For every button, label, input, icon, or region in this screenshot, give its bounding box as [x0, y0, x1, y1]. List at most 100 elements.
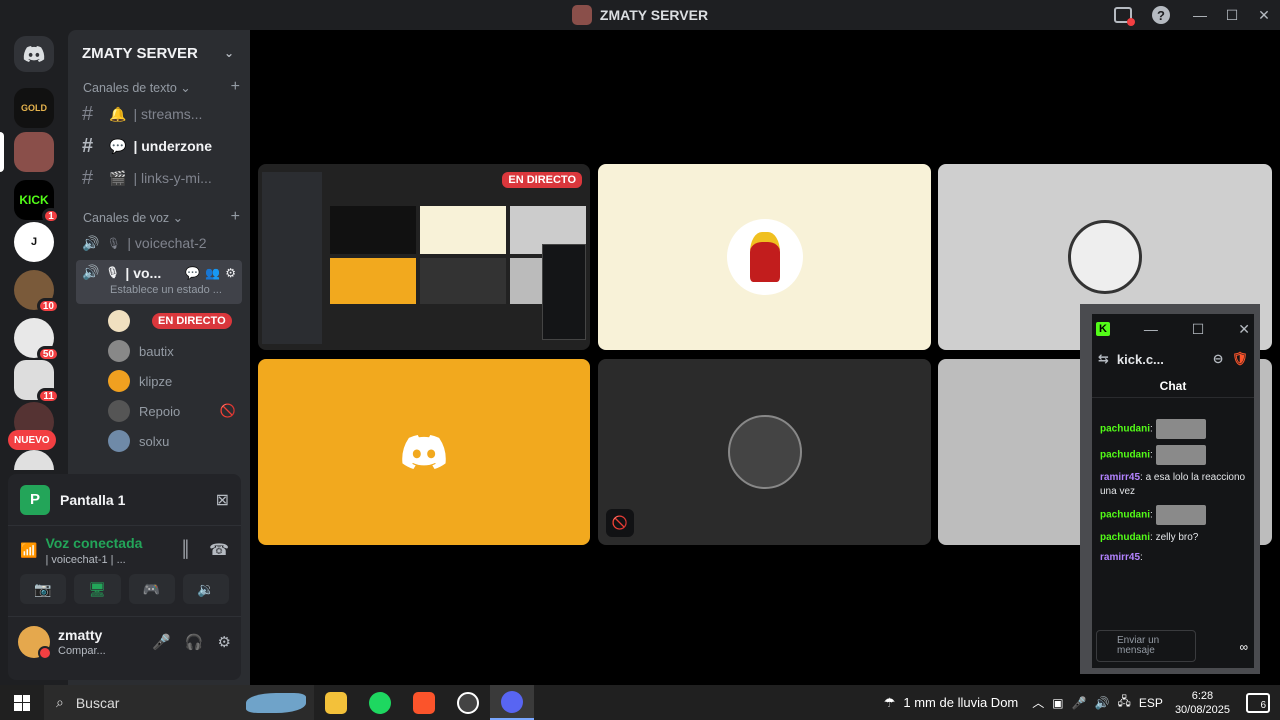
minimize-button[interactable]: —	[1184, 0, 1216, 30]
voice-channel-1[interactable]: 🔊 🎙 | vo... 💬 👥 ⚙ Establece un estado ..…	[76, 260, 242, 304]
add-channel-icon[interactable]: +	[231, 78, 240, 96]
share-screen-button[interactable]: 🖥	[74, 574, 121, 604]
voice-category-label: Canales de voz	[83, 210, 170, 225]
member-name: Repoio	[139, 403, 181, 419]
network-icon[interactable]: 🖧	[1118, 692, 1131, 713]
chevron-down-icon: ⌄	[223, 46, 234, 60]
url-text[interactable]: kick.c...	[1117, 352, 1164, 367]
camera-off-icon: 📷	[34, 580, 52, 597]
hash-icon: #	[82, 166, 94, 189]
gear-icon[interactable]: ⚙	[218, 633, 231, 651]
volume-icon[interactable]: 🔊	[1095, 696, 1110, 710]
help-icon[interactable]: ?	[1138, 0, 1184, 30]
close-button[interactable]: ✕	[1248, 0, 1280, 30]
member-bautix[interactable]: bautix	[108, 336, 250, 366]
add-channel-icon[interactable]: +	[231, 208, 240, 226]
brave-icon	[413, 691, 435, 714]
clock[interactable]: 6:28 30/08/2025	[1175, 689, 1230, 717]
soundboard-button[interactable]: 🔉	[182, 574, 229, 604]
brave-shield-icon[interactable]: 🛡	[1231, 351, 1248, 367]
noise-icon[interactable]: ║	[180, 541, 191, 559]
maximize-button[interactable]: ☐	[1216, 0, 1248, 30]
discord-icon	[402, 435, 446, 469]
recorder-icon	[457, 691, 479, 714]
voice-category[interactable]: Canales de voz ⌄ +	[68, 206, 250, 228]
taskbar-brave[interactable]	[402, 685, 446, 720]
channel-links[interactable]: # 🎬 | links-y-mi...	[76, 162, 242, 194]
taskbar-explorer[interactable]	[314, 685, 358, 720]
clapper-icon: 🎬	[109, 169, 127, 186]
participant-tile[interactable]	[598, 164, 931, 350]
search-label: Buscar	[75, 694, 120, 711]
invite-icon[interactable]: 👥	[205, 266, 220, 280]
discord-home-button[interactable]	[14, 36, 54, 72]
chat-icon[interactable]: 💬	[185, 266, 200, 280]
member-repoio[interactable]: Repoio 🚫	[108, 396, 250, 426]
stop-share-icon[interactable]: ⊠	[216, 490, 229, 510]
voice-channel-2[interactable]: 🔊 🎙 | voicechat-2	[76, 228, 242, 258]
search-icon: ⌕	[56, 694, 64, 710]
tray-app-icon[interactable]: ▣	[1052, 696, 1063, 710]
taskbar-recorder[interactable]	[446, 685, 490, 720]
microphone-icon[interactable]: 🎤	[1072, 696, 1087, 710]
microphone-icon[interactable]: 🎤	[152, 633, 171, 651]
headphones-icon[interactable]: 🎧	[185, 633, 204, 651]
server-card[interactable]: 11	[14, 360, 60, 404]
stream-preview-popup	[542, 244, 586, 340]
server-meme[interactable]: 50	[14, 318, 60, 362]
more-icon[interactable]: ∞	[1239, 640, 1248, 654]
gear-icon[interactable]: ⚙	[225, 266, 236, 280]
shark-illustration	[246, 693, 306, 713]
voice-channel-link[interactable]: | voicechat-1 | ...	[45, 554, 171, 566]
member-streamer[interactable]: EN DIRECTO	[108, 306, 250, 336]
server-gold[interactable]: GOLD	[14, 88, 54, 128]
bell-icon: 🔔	[109, 105, 127, 122]
server-dog[interactable]: 10	[14, 270, 60, 314]
channel-underzone[interactable]: # 💬 | underzone	[76, 130, 242, 162]
inbox-icon[interactable]	[1108, 0, 1138, 30]
chat-message: pachudani:	[1092, 502, 1254, 528]
taskbar-discord[interactable]	[490, 685, 534, 720]
voice-status-text[interactable]: Establece un estado ...	[110, 284, 236, 296]
channel-streams[interactable]: # 🔔 | streams...	[76, 98, 242, 130]
text-category-label: Canales de texto	[83, 80, 177, 95]
stream-tile[interactable]: EN DIRECTO	[258, 164, 590, 350]
user-name: zmatty	[58, 626, 103, 643]
avatar	[108, 370, 130, 392]
start-button[interactable]	[0, 685, 44, 720]
server-circle[interactable]: J	[14, 222, 54, 262]
taskbar-spotify[interactable]	[358, 685, 402, 720]
taskbar-search[interactable]: ⌕ Buscar	[44, 685, 314, 720]
screen-share-icon: P	[20, 484, 50, 515]
member-solxu[interactable]: solxu	[108, 426, 250, 456]
server-zmaty[interactable]	[14, 132, 54, 172]
voice-connection-row: 📶 Voz conectada | voicechat-1 | ... ║ ☎	[8, 526, 241, 574]
chevron-up-icon[interactable]: ︿	[1032, 694, 1044, 711]
server-header[interactable]: ZMATY SERVER ⌄	[68, 30, 250, 76]
weather-widget[interactable]: ☂ 1 mm de lluvia Dom	[884, 695, 1019, 711]
server-partial[interactable]	[14, 450, 54, 470]
close-button[interactable]: ✕	[1238, 321, 1250, 338]
text-category[interactable]: Canales de texto ⌄ +	[68, 76, 250, 98]
maximize-button[interactable]: ☐	[1192, 321, 1205, 338]
participant-tile[interactable]	[258, 359, 590, 545]
voice-status[interactable]: Voz conectada	[45, 535, 171, 551]
participant-tile[interactable]: 🚫	[598, 359, 931, 545]
camera-button[interactable]: 📷	[20, 574, 67, 604]
chat-input[interactable]: Enviar un mensaje	[1096, 630, 1196, 662]
activity-button[interactable]: 🎮	[128, 574, 175, 604]
server-kick[interactable]: KICK 1	[14, 180, 60, 224]
zoom-icon[interactable]: ⊖	[1213, 351, 1224, 367]
mic-muted-icon: 🚫	[219, 403, 236, 418]
active-server-pill	[0, 132, 4, 172]
site-settings-icon[interactable]: ⇆	[1098, 351, 1109, 367]
notification-center-icon[interactable]: 6	[1246, 692, 1270, 713]
minimize-button[interactable]: —	[1144, 321, 1158, 337]
avatar[interactable]	[18, 625, 52, 660]
language-indicator[interactable]: ESP	[1139, 696, 1163, 710]
kick-popup-window[interactable]: K — ☐ ✕ ⇆ kick.c... ⊖ 🛡 Chat pachudani: …	[1080, 304, 1260, 674]
member-klipze[interactable]: klipze	[108, 366, 250, 396]
disconnect-icon[interactable]: ☎	[209, 540, 229, 560]
gamepad-icon: 🎮	[142, 580, 161, 597]
emote-image	[1155, 419, 1206, 439]
